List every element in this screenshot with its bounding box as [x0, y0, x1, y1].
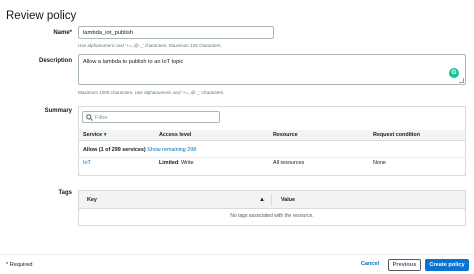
column-resource[interactable]: Resource	[273, 130, 298, 140]
name-label: Name*	[53, 30, 72, 36]
allow-text: Allow (1 of 299 services)	[83, 147, 146, 153]
column-key[interactable]: Key	[87, 191, 97, 209]
column-access-level[interactable]: Access level	[159, 130, 191, 140]
resize-handle-icon[interactable]	[459, 78, 464, 83]
sort-down-icon: ▾	[103, 132, 107, 138]
resource-cell: All resources	[273, 160, 305, 166]
column-request-condition[interactable]: Request condition	[373, 130, 420, 140]
tags-panel: Key ▲ Value No tags associated with the …	[78, 190, 466, 226]
filter-placeholder: Filter	[95, 115, 108, 121]
previous-button[interactable]: Previous	[388, 259, 421, 271]
description-text: Allow a lambda to publish to an IoT topi…	[83, 59, 184, 65]
column-service[interactable]: Service ▾	[83, 130, 106, 140]
grammarly-icon[interactable]: G	[449, 68, 459, 78]
required-note: * Required	[6, 262, 33, 268]
filter-input[interactable]: Filter	[82, 111, 220, 123]
request-condition-cell: None	[373, 160, 386, 166]
tags-empty-message: No tags associated with the resource.	[230, 213, 314, 219]
show-remaining-link[interactable]: Show remaining 298	[147, 147, 196, 153]
allow-row: Allow (1 of 299 services) Show remaining…	[83, 147, 196, 153]
description-label: Description	[38, 58, 72, 64]
table-row: IoT	[83, 160, 91, 166]
sort-up-icon[interactable]: ▲	[259, 191, 265, 209]
cancel-button[interactable]: Cancel	[356, 259, 384, 271]
search-icon	[86, 114, 93, 121]
column-value[interactable]: Value	[281, 191, 295, 209]
policy-name-input[interactable]: lambda_iot_publish	[78, 26, 274, 39]
create-policy-button[interactable]: Create policy	[425, 259, 469, 271]
summary-label: Summary	[44, 108, 72, 114]
tags-table-header: Key ▲ Value	[79, 191, 465, 209]
access-level-cell: Limited: Write	[159, 160, 194, 166]
description-textarea[interactable]: Allow a lambda to publish to an IoT topi…	[78, 54, 466, 85]
summary-panel: Filter Service ▾ Access level Resource R…	[78, 106, 466, 176]
description-hint: Maximum 1000 characters. Use alphanumeri…	[78, 90, 225, 95]
page-title: Review policy	[6, 10, 77, 22]
summary-table-header: Service ▾ Access level Resource Request …	[79, 130, 465, 141]
name-hint: Use alphanumeric and '+=,.@-_' character…	[78, 43, 222, 48]
service-iot-link[interactable]: IoT	[83, 160, 91, 166]
tags-label: Tags	[58, 190, 72, 196]
